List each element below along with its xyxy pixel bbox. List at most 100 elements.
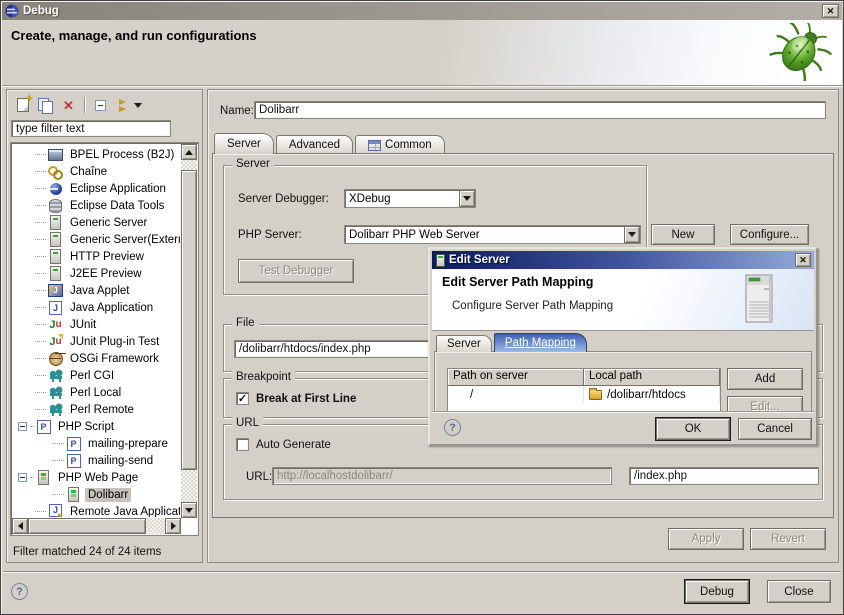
- chevron-down-icon: [134, 103, 142, 108]
- revert-button[interactable]: Revert: [750, 528, 826, 550]
- scroll-left-button[interactable]: [12, 518, 28, 534]
- sidebar-toolbar: ✕: [11, 94, 146, 116]
- tree-connector: [30, 477, 34, 478]
- horizontal-scroll-thumb[interactable]: [28, 518, 146, 534]
- tree-horizontal-scrollbar[interactable]: [12, 518, 181, 534]
- tree-item[interactable]: Java Applet: [13, 282, 180, 299]
- edit-server-title: Edit Server: [449, 254, 510, 266]
- add-mapping-button[interactable]: Add: [727, 368, 803, 390]
- tree-item[interactable]: JUnit Plug-in Test: [13, 333, 180, 350]
- php-server-select[interactable]: Dolibarr PHP Web Server: [344, 225, 641, 244]
- tree-expander-minus[interactable]: [18, 422, 27, 431]
- tree-item[interactable]: J2EE Preview: [13, 265, 180, 282]
- scroll-right-button[interactable]: [165, 518, 181, 534]
- tree-connector: [53, 460, 64, 461]
- vertical-scroll-thumb[interactable]: [181, 170, 197, 470]
- new-server-button[interactable]: New: [651, 224, 715, 245]
- tree-connector: [35, 392, 46, 393]
- edit-server-titlebar[interactable]: Edit Server: [432, 251, 814, 269]
- window-close-button[interactable]: ✕: [822, 4, 839, 18]
- tree-item[interactable]: Generic Server: [13, 214, 180, 231]
- cancel-button[interactable]: Cancel: [738, 418, 812, 440]
- server-icon: [436, 254, 445, 267]
- filter-input[interactable]: [11, 120, 171, 137]
- tree-item[interactable]: mailing-prepare: [13, 435, 180, 452]
- tree-item[interactable]: Dolibarr: [13, 486, 180, 503]
- tree-vertical-scrollbar[interactable]: [181, 144, 197, 518]
- edit-server-footer: ? OK Cancel: [432, 411, 814, 442]
- tab-server[interactable]: Server: [214, 133, 274, 154]
- tree-expander-minus[interactable]: [18, 473, 27, 482]
- tab-advanced[interactable]: Advanced: [276, 135, 353, 154]
- tree-item-label: Eclipse Data Tools: [67, 199, 167, 213]
- junit-icon: [48, 317, 63, 332]
- tree-item[interactable]: Eclipse Application: [13, 180, 180, 197]
- delete-configuration-button[interactable]: ✕: [57, 95, 80, 115]
- applet-icon: [48, 283, 63, 298]
- tree-item[interactable]: HTTP Preview: [13, 248, 180, 265]
- mapping-row[interactable]: / /dolibarr/htdocs: [448, 386, 720, 403]
- perl-icon: [48, 385, 63, 400]
- path-mapping-content: Path on server Local path / /dolibarr/ht…: [434, 351, 812, 413]
- tab-edit-server[interactable]: Server: [436, 335, 492, 352]
- tree-item[interactable]: OSGi Framework: [13, 350, 180, 367]
- tree-item-label: Perl Local: [67, 386, 124, 400]
- tree-item[interactable]: PHP Script: [13, 418, 180, 435]
- perl-icon: [48, 368, 63, 383]
- edit-server-header: Edit Server Path Mapping Configure Serve…: [432, 269, 814, 331]
- scroll-up-button[interactable]: [181, 144, 197, 160]
- collapse-all-button[interactable]: [89, 95, 112, 115]
- edit-server-close-button[interactable]: ✕: [795, 253, 811, 267]
- duplicate-configuration-button[interactable]: [34, 95, 57, 115]
- configure-server-button[interactable]: Configure...: [730, 224, 809, 245]
- apply-button[interactable]: Apply: [668, 528, 744, 550]
- tree-item[interactable]: JUnit: [13, 316, 180, 333]
- filter-status-text: Filter matched 24 of 24 items: [13, 546, 161, 558]
- tree-item[interactable]: Remote Java Application: [13, 503, 180, 517]
- base-url-input[interactable]: [272, 467, 612, 485]
- tree-item[interactable]: BPEL Process (B2J): [13, 146, 180, 163]
- tree-item[interactable]: Eclipse Data Tools: [13, 197, 180, 214]
- tree-item-label: JUnit: [67, 318, 99, 332]
- tree-item-label: HTTP Preview: [67, 250, 147, 264]
- dialog-banner: Create, manage, and run configurations: [2, 20, 842, 86]
- dialog-help-button[interactable]: ?: [444, 419, 461, 436]
- new-configuration-button[interactable]: [11, 95, 34, 115]
- tree-item[interactable]: mailing-send: [13, 452, 180, 469]
- name-input[interactable]: [254, 101, 826, 119]
- database-icon: [48, 198, 63, 213]
- tab-path-mapping[interactable]: Path Mapping: [494, 333, 587, 352]
- tree-item[interactable]: Perl Local: [13, 384, 180, 401]
- eclipse-logo-icon: [5, 4, 19, 18]
- tree-item[interactable]: PHP Web Page: [13, 469, 180, 486]
- test-debugger-button[interactable]: Test Debugger: [238, 259, 354, 283]
- tree-item[interactable]: Perl CGI: [13, 367, 180, 384]
- server-debugger-select[interactable]: XDebug: [344, 189, 476, 208]
- column-path-on-server[interactable]: Path on server: [448, 369, 584, 386]
- filter-menu-button[interactable]: [112, 95, 146, 115]
- arrow-left-icon: [18, 522, 23, 530]
- auto-generate-checkbox[interactable]: [236, 438, 249, 451]
- tree-item[interactable]: Java Application: [13, 299, 180, 316]
- column-local-path[interactable]: Local path: [584, 369, 720, 386]
- ok-button[interactable]: OK: [656, 418, 730, 440]
- debug-button[interactable]: Debug: [685, 580, 749, 603]
- help-button[interactable]: ?: [11, 583, 28, 600]
- break-first-line-checkbox[interactable]: ✓: [236, 392, 249, 405]
- delete-icon: ✕: [63, 99, 74, 112]
- breakpoint-group-legend: Breakpoint: [232, 371, 295, 383]
- tree-item[interactable]: Chaîne: [13, 163, 180, 180]
- edit-server-heading: Edit Server Path Mapping: [442, 275, 593, 289]
- close-button[interactable]: Close: [767, 580, 831, 603]
- tree-item-label: Perl Remote: [67, 403, 137, 417]
- tab-common[interactable]: Common: [355, 135, 445, 154]
- osgi-icon: [48, 351, 63, 366]
- scroll-down-button[interactable]: [181, 502, 197, 518]
- tree-item-label: Remote Java Application: [67, 505, 180, 518]
- tree-item[interactable]: Perl Remote: [13, 401, 180, 418]
- url-path-input[interactable]: [629, 467, 819, 485]
- window-titlebar[interactable]: Debug ✕: [2, 2, 842, 20]
- configurations-sidebar: ✕ BPEL Process (B2J): [6, 89, 203, 563]
- tree-item[interactable]: Generic Server(External La: [13, 231, 180, 248]
- edit-server-dialog: Edit Server ✕ Edit Server Path Mapping C…: [428, 247, 818, 446]
